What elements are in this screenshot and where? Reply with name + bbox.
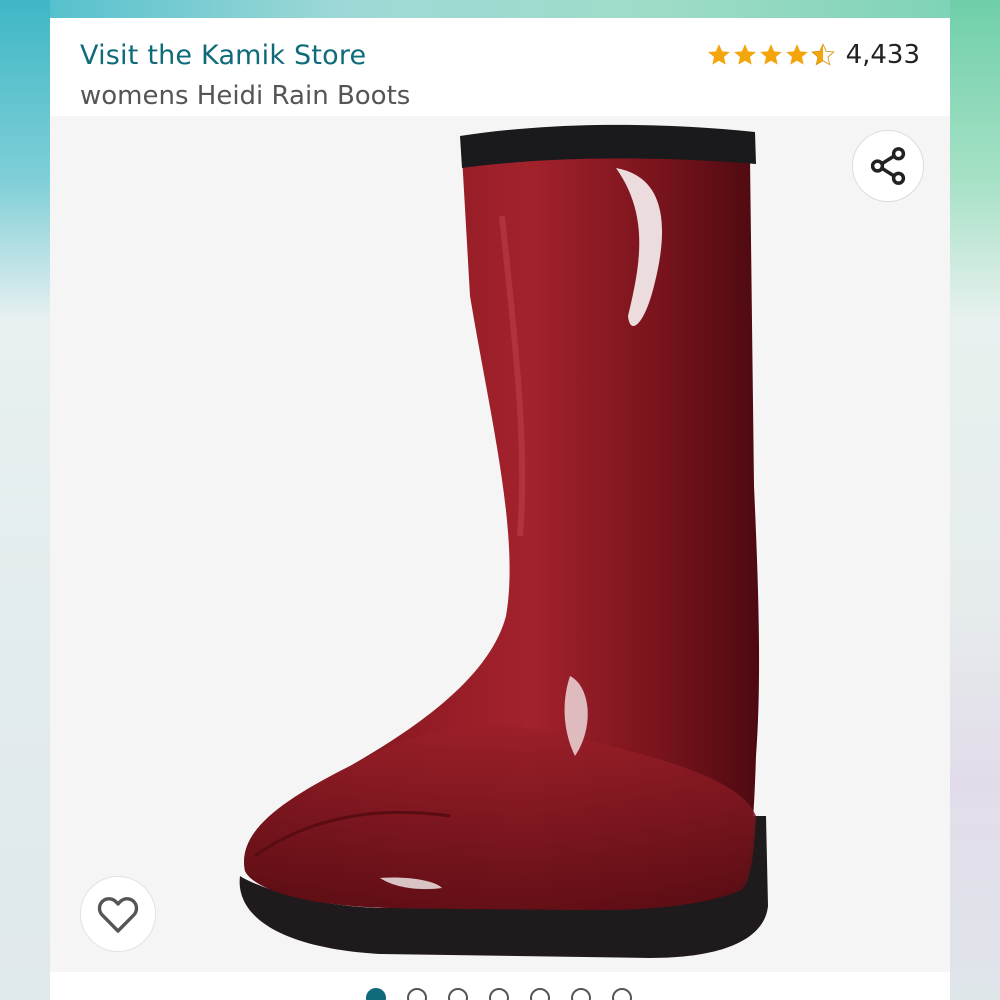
product-card: Visit the Kamik Store womens Heidi Rain … [50, 18, 950, 1000]
gallery-dot[interactable] [366, 988, 386, 1000]
star-icon [733, 44, 756, 65]
star-half-icon [810, 43, 835, 66]
gallery-dot[interactable] [530, 988, 550, 1000]
share-button[interactable] [852, 130, 924, 202]
gallery-dot[interactable] [571, 988, 591, 1000]
background-left-panel [0, 0, 50, 1000]
store-link[interactable]: Visit the Kamik Store [80, 40, 366, 71]
gallery-dot[interactable] [489, 988, 509, 1000]
product-title: womens Heidi Rain Boots [80, 81, 411, 111]
rating-stars [706, 42, 836, 68]
background-right-panel [950, 0, 1000, 1000]
product-image-area[interactable] [50, 116, 950, 972]
wishlist-button[interactable] [80, 876, 156, 952]
heart-icon [97, 897, 139, 933]
gallery-dot[interactable] [612, 988, 632, 1000]
rating-count: 4,433 [845, 40, 920, 70]
star-icon [759, 44, 782, 65]
star-icon [707, 44, 730, 65]
rating[interactable]: 4,433 [706, 40, 920, 70]
gallery-pagination [366, 988, 632, 1000]
top-strip [50, 0, 950, 18]
star-icon [785, 44, 808, 65]
share-icon [870, 147, 906, 185]
boot-image [239, 124, 769, 958]
gallery-dot[interactable] [407, 988, 427, 1000]
gallery-dot[interactable] [448, 988, 468, 1000]
